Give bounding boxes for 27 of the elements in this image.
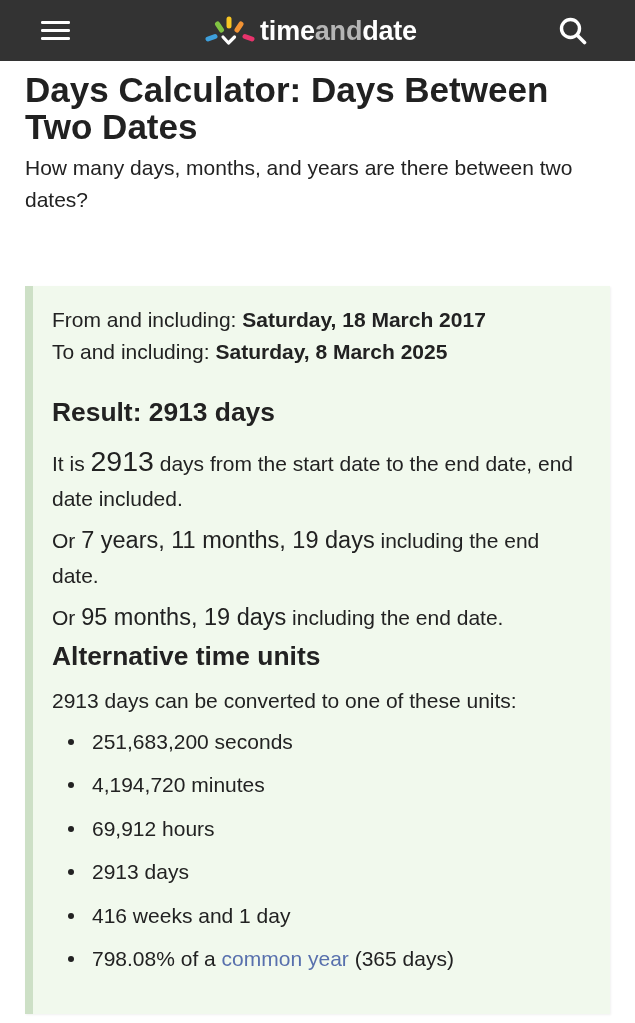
unit-item: 4,194,720 minutes <box>92 772 265 799</box>
start-date-line: From and including: Saturday, 18 March 2017 <box>52 307 487 333</box>
bullet-icon <box>68 825 74 832</box>
unit-item: 2913 days <box>92 859 189 886</box>
bullet-icon <box>68 739 74 745</box>
result-heading: Result: 2913 days <box>52 397 276 427</box>
search-icon <box>559 16 587 45</box>
conversion-intro: 2913 days can be converted to one of these units: <box>52 688 518 714</box>
bullet-icon <box>68 912 74 919</box>
bullet-icon <box>68 782 74 789</box>
logo-wordmark[interactable]: timeanddate <box>260 15 417 46</box>
unit-item: 798.08% of a common year (365 days) <box>92 945 454 972</box>
unit-item: 416 weeks and 1 day <box>92 902 291 929</box>
result-sentence: Or 7 years, 11 months, 19 days including the end date. <box>52 526 541 589</box>
section-heading: Alternative time units <box>52 640 322 672</box>
bullet-icon <box>68 955 74 962</box>
unit-item: 251,683,200 seconds <box>92 729 293 755</box>
result-sentence: It is 2913 days from the start date to the end date, end date included. <box>52 444 575 512</box>
bullet-icon <box>68 869 74 876</box>
page-subtitle: How many days, months, and years are there between two dates? <box>25 155 574 213</box>
logo-icon[interactable] <box>205 15 256 46</box>
end-date-line: To and including: Saturday, 8 March 2025 <box>52 339 449 365</box>
menu-icon <box>40 21 70 40</box>
result-sentence: Or 95 months, 19 days including the end date. <box>52 603 505 632</box>
text-link[interactable]: common year <box>221 946 349 970</box>
page-title: Days Calculator: Days Between Two Dates <box>25 71 550 145</box>
unit-item: 69,912 hours <box>92 815 215 842</box>
